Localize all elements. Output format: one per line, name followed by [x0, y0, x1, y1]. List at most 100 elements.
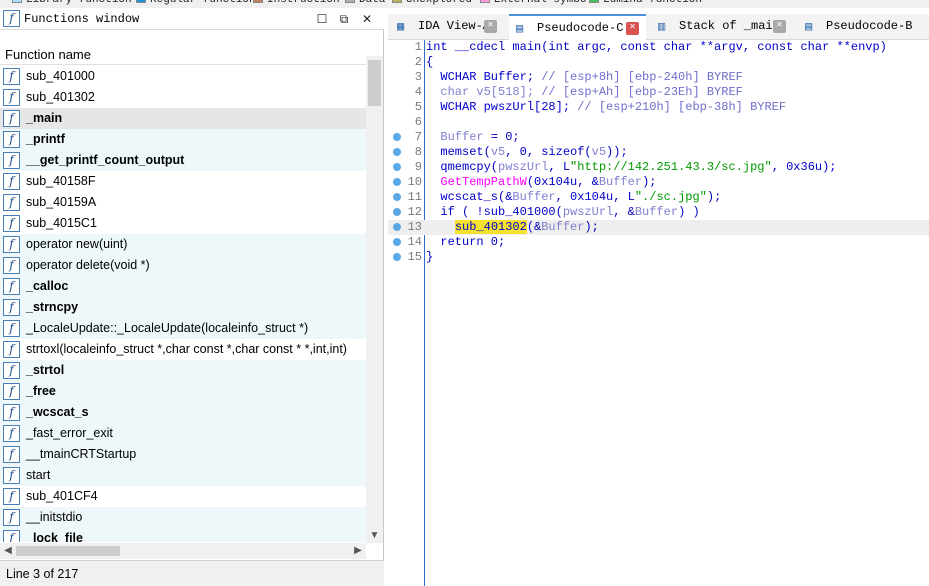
function-row[interactable]: f _free	[0, 381, 366, 402]
code-token: , 0x36u);	[771, 160, 837, 174]
column-header-function-name[interactable]: Function name	[0, 43, 366, 65]
code-line[interactable]: 4 char v5[518]; // [esp+Ah] [ebp-23Eh] B…	[388, 85, 929, 100]
function-name: _lock_file	[26, 531, 83, 542]
breakpoint-dot-icon[interactable]	[393, 148, 401, 156]
breakpoint-dot-icon[interactable]	[393, 133, 401, 141]
line-number: 1	[414, 40, 422, 54]
legend-item: External symbol	[480, 0, 593, 8]
code-line[interactable]: 13 sub_401302(&Buffer);	[388, 220, 929, 235]
line-number: 12	[407, 205, 422, 219]
code-token: );	[642, 175, 657, 189]
function-row[interactable]: f _printf	[0, 129, 366, 150]
tab-close-icon[interactable]: ✕	[773, 20, 786, 33]
breakpoint-dot-icon[interactable]	[393, 163, 401, 171]
code-line[interactable]: 11 wcscat_s(&Buffer, 0x104u, L"./sc.jpg"…	[388, 190, 929, 205]
tab-pseudocode-c[interactable]: ▤ Pseudocode-C ✕	[509, 14, 646, 40]
tab-stack-of-main[interactable]: ▥ Stack of _main ✕	[651, 14, 793, 40]
code-token: char v5[518];	[426, 85, 542, 99]
function-row[interactable]: f operator new(uint)	[0, 234, 366, 255]
function-icon: f	[3, 467, 20, 484]
code-token: // [esp+210h] [ebp-38h] BYREF	[577, 100, 787, 114]
breakpoint-dot-icon[interactable]	[393, 193, 401, 201]
code-text: GetTempPathW(0x104u, &Buffer);	[426, 175, 656, 189]
minimize-icon[interactable]: ☐	[314, 11, 330, 27]
breakpoint-dot-icon[interactable]	[393, 253, 401, 261]
code-token: v5	[591, 145, 607, 159]
functions-window-titlebar: f Functions window ☐ ⧉ ✕	[0, 8, 384, 30]
breakpoint-dot-icon[interactable]	[393, 208, 401, 216]
function-row[interactable]: f operator delete(void *)	[0, 255, 366, 276]
close-icon[interactable]: ✕	[359, 11, 375, 27]
code-line[interactable]: 3 WCHAR Buffer; // [esp+8h] [ebp-240h] B…	[388, 70, 929, 85]
code-line[interactable]: 2{	[388, 55, 929, 70]
function-row[interactable]: f sub_40158F	[0, 171, 366, 192]
code-line[interactable]: 12 if ( !sub_401000(pwszUrl, &Buffer) )	[388, 205, 929, 220]
vertical-scrollbar[interactable]: ▼	[366, 56, 383, 543]
tab-label: IDA View-A	[418, 19, 491, 33]
scroll-right-arrow-icon[interactable]: ▶	[351, 544, 365, 558]
function-name: _calloc	[26, 279, 69, 293]
breakpoint-dot-icon[interactable]	[393, 178, 401, 186]
code-token: Buffer	[634, 205, 679, 219]
scrollbar-thumb[interactable]	[368, 60, 381, 106]
pseudocode-view[interactable]: 1 int __cdecl main(int argc, const char *…	[388, 40, 929, 586]
code-text: WCHAR Buffer; // [esp+8h] [ebp-240h] BYR…	[426, 70, 742, 84]
function-row[interactable]: f __initstdio	[0, 507, 366, 528]
function-icon: f	[3, 488, 20, 505]
function-row[interactable]: f sub_4015C1	[0, 213, 366, 234]
function-row[interactable]: f __get_printf_count_output	[0, 150, 366, 171]
horizontal-scrollbar[interactable]: ◀ ▶	[0, 543, 366, 559]
breakpoint-dot-icon[interactable]	[393, 223, 401, 231]
code-text: return 0;	[426, 235, 505, 249]
tab-pseudocode-b[interactable]: ▤ Pseudocode-B	[798, 14, 929, 40]
function-row[interactable]: f start	[0, 465, 366, 486]
function-icon: f	[3, 446, 20, 463]
function-row[interactable]: f _calloc	[0, 276, 366, 297]
function-row[interactable]: f sub_40159A	[0, 192, 366, 213]
function-row[interactable]: f _strncpy	[0, 297, 366, 318]
function-row[interactable]: f _lock_file	[0, 528, 366, 542]
code-line[interactable]: 7 Buffer = 0;	[388, 130, 929, 145]
code-token: Buffer	[512, 190, 556, 204]
code-line[interactable]: 9 qmemcpy(pwszUrl, L"http://142.251.43.3…	[388, 160, 929, 175]
line-number: 2	[414, 55, 422, 69]
code-text: wcscat_s(&Buffer, 0x104u, L"./sc.jpg");	[426, 190, 721, 204]
function-row[interactable]: f sub_401CF4	[0, 486, 366, 507]
scrollbar-thumb[interactable]	[16, 546, 120, 556]
tab-close-icon[interactable]: ✕	[626, 22, 639, 35]
code-line[interactable]: 6	[388, 115, 929, 130]
function-row[interactable]: f _fast_error_exit	[0, 423, 366, 444]
scroll-left-arrow-icon[interactable]: ◀	[1, 544, 15, 558]
function-name: __get_printf_count_output	[26, 153, 185, 167]
function-name: __tmainCRTStartup	[26, 447, 137, 461]
code-line[interactable]: 1 int __cdecl main(int argc, const char *…	[388, 40, 929, 55]
highlighted-identifier[interactable]: sub_401302	[454, 220, 527, 234]
code-token: , &	[613, 205, 635, 219]
function-row[interactable]: f strtoxl(localeinfo_struct *,char const …	[0, 339, 366, 360]
code-line[interactable]: 10 GetTempPathW(0x104u, &Buffer);	[388, 175, 929, 190]
restore-icon[interactable]: ⧉	[336, 11, 352, 27]
function-row[interactable]: f _strtol	[0, 360, 366, 381]
code-line[interactable]: 5 WCHAR pwszUrl[28]; // [esp+210h] [ebp-…	[388, 100, 929, 115]
line-number: 10	[407, 175, 422, 189]
function-row[interactable]: f sub_401302	[0, 87, 366, 108]
function-row[interactable]: f sub_401000	[0, 66, 366, 87]
function-row[interactable]: f __tmainCRTStartup	[0, 444, 366, 465]
tab-ida-view-a[interactable]: ▦ IDA View-A ✕	[390, 14, 504, 40]
code-line[interactable]: 14 return 0;	[388, 235, 929, 250]
code-token: wcscat_s(&	[426, 190, 513, 204]
legend-swatch	[345, 0, 355, 4]
code-text: qmemcpy(pwszUrl, L"http://142.251.43.3/s…	[426, 160, 837, 174]
function-icon: f	[3, 320, 20, 337]
function-row[interactable]: f _main	[0, 108, 366, 129]
code-token: // [esp+Ah] [ebp-23Eh] BYREF	[541, 85, 743, 99]
code-text: }	[426, 250, 433, 264]
code-line[interactable]: 8 memset(v5, 0, sizeof(v5));	[388, 145, 929, 160]
code-line[interactable]: 15}	[388, 250, 929, 265]
function-name: _printf	[26, 132, 65, 146]
function-row[interactable]: f _wcscat_s	[0, 402, 366, 423]
breakpoint-dot-icon[interactable]	[393, 238, 401, 246]
scroll-down-arrow-icon[interactable]: ▼	[366, 529, 383, 543]
tab-close-icon[interactable]: ✕	[484, 20, 497, 33]
function-row[interactable]: f _LocaleUpdate::_LocaleUpdate(localeinfo…	[0, 318, 366, 339]
